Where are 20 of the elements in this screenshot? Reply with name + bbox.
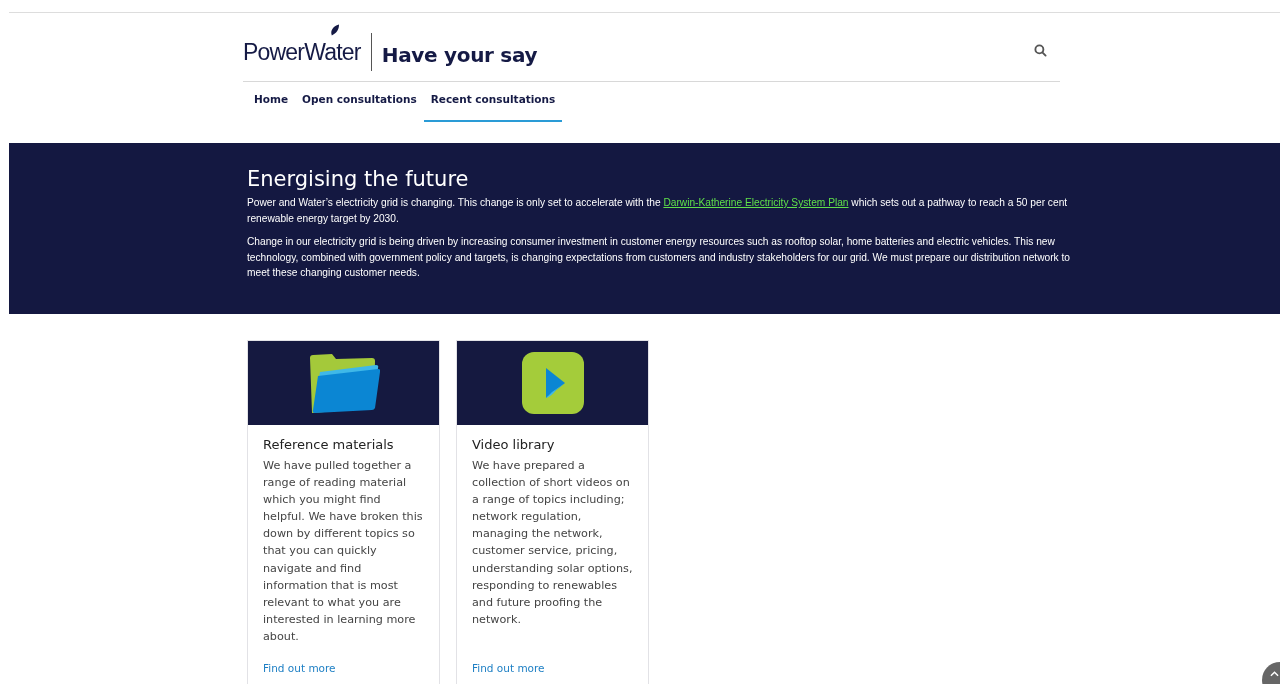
nav-link[interactable]: Home [247,82,296,122]
folder-icon [307,352,380,414]
card-text: We have prepared a collection of short videos on a range of topics including; network regulation, managing the network, customer service, pricing, understanding solar options, responding to renewables and future proofing the network. [472,458,633,628]
find-out-more-link[interactable]: Find out more [472,662,633,674]
chevron-up-icon [1270,671,1279,677]
card-text: We have pulled together a range of reading material which you might find helpful. We have broken this down by different topics so that you can quickly navigate and find information that is most relevant to what you are interested in learning more about. [263,458,424,645]
card-title: Video library [472,437,556,452]
banner-title: Energising the future [247,167,470,191]
search-icon[interactable] [1034,43,1047,57]
site-title: Have your say [381,42,538,67]
logo-text[interactable]: PowerWater [243,38,361,66]
nav-link[interactable]: Recent consultations [423,82,563,122]
banner-paragraph: Power and Water’s electricity grid is changing. This change is only set to accelerate with the Darwin-Katherine Electricity System Plan which sets out a pathway to reach a 50 per cent renewable energy target by 2030. [247,196,1069,226]
banner-paragraph: Change in our electricity grid is being driven by increasing consumer investment in customer energy resources such as rooftop solar, home batteries and electric vehicles. This new technology, combined with government policy and targets, is changing expectations from customers and industry stakeholders for our grid. We must prepare our distribution network to meet these changing customer needs. [247,235,1071,280]
leaf-icon [330,24,339,36]
plan-link[interactable]: Darwin-Katherine Electricity System Plan [663,197,849,208]
nav-link[interactable]: Open consultations [295,82,424,122]
card-title: Reference materials [263,437,395,452]
play-icon [521,352,584,414]
find-out-more-link[interactable]: Find out more [263,662,424,674]
